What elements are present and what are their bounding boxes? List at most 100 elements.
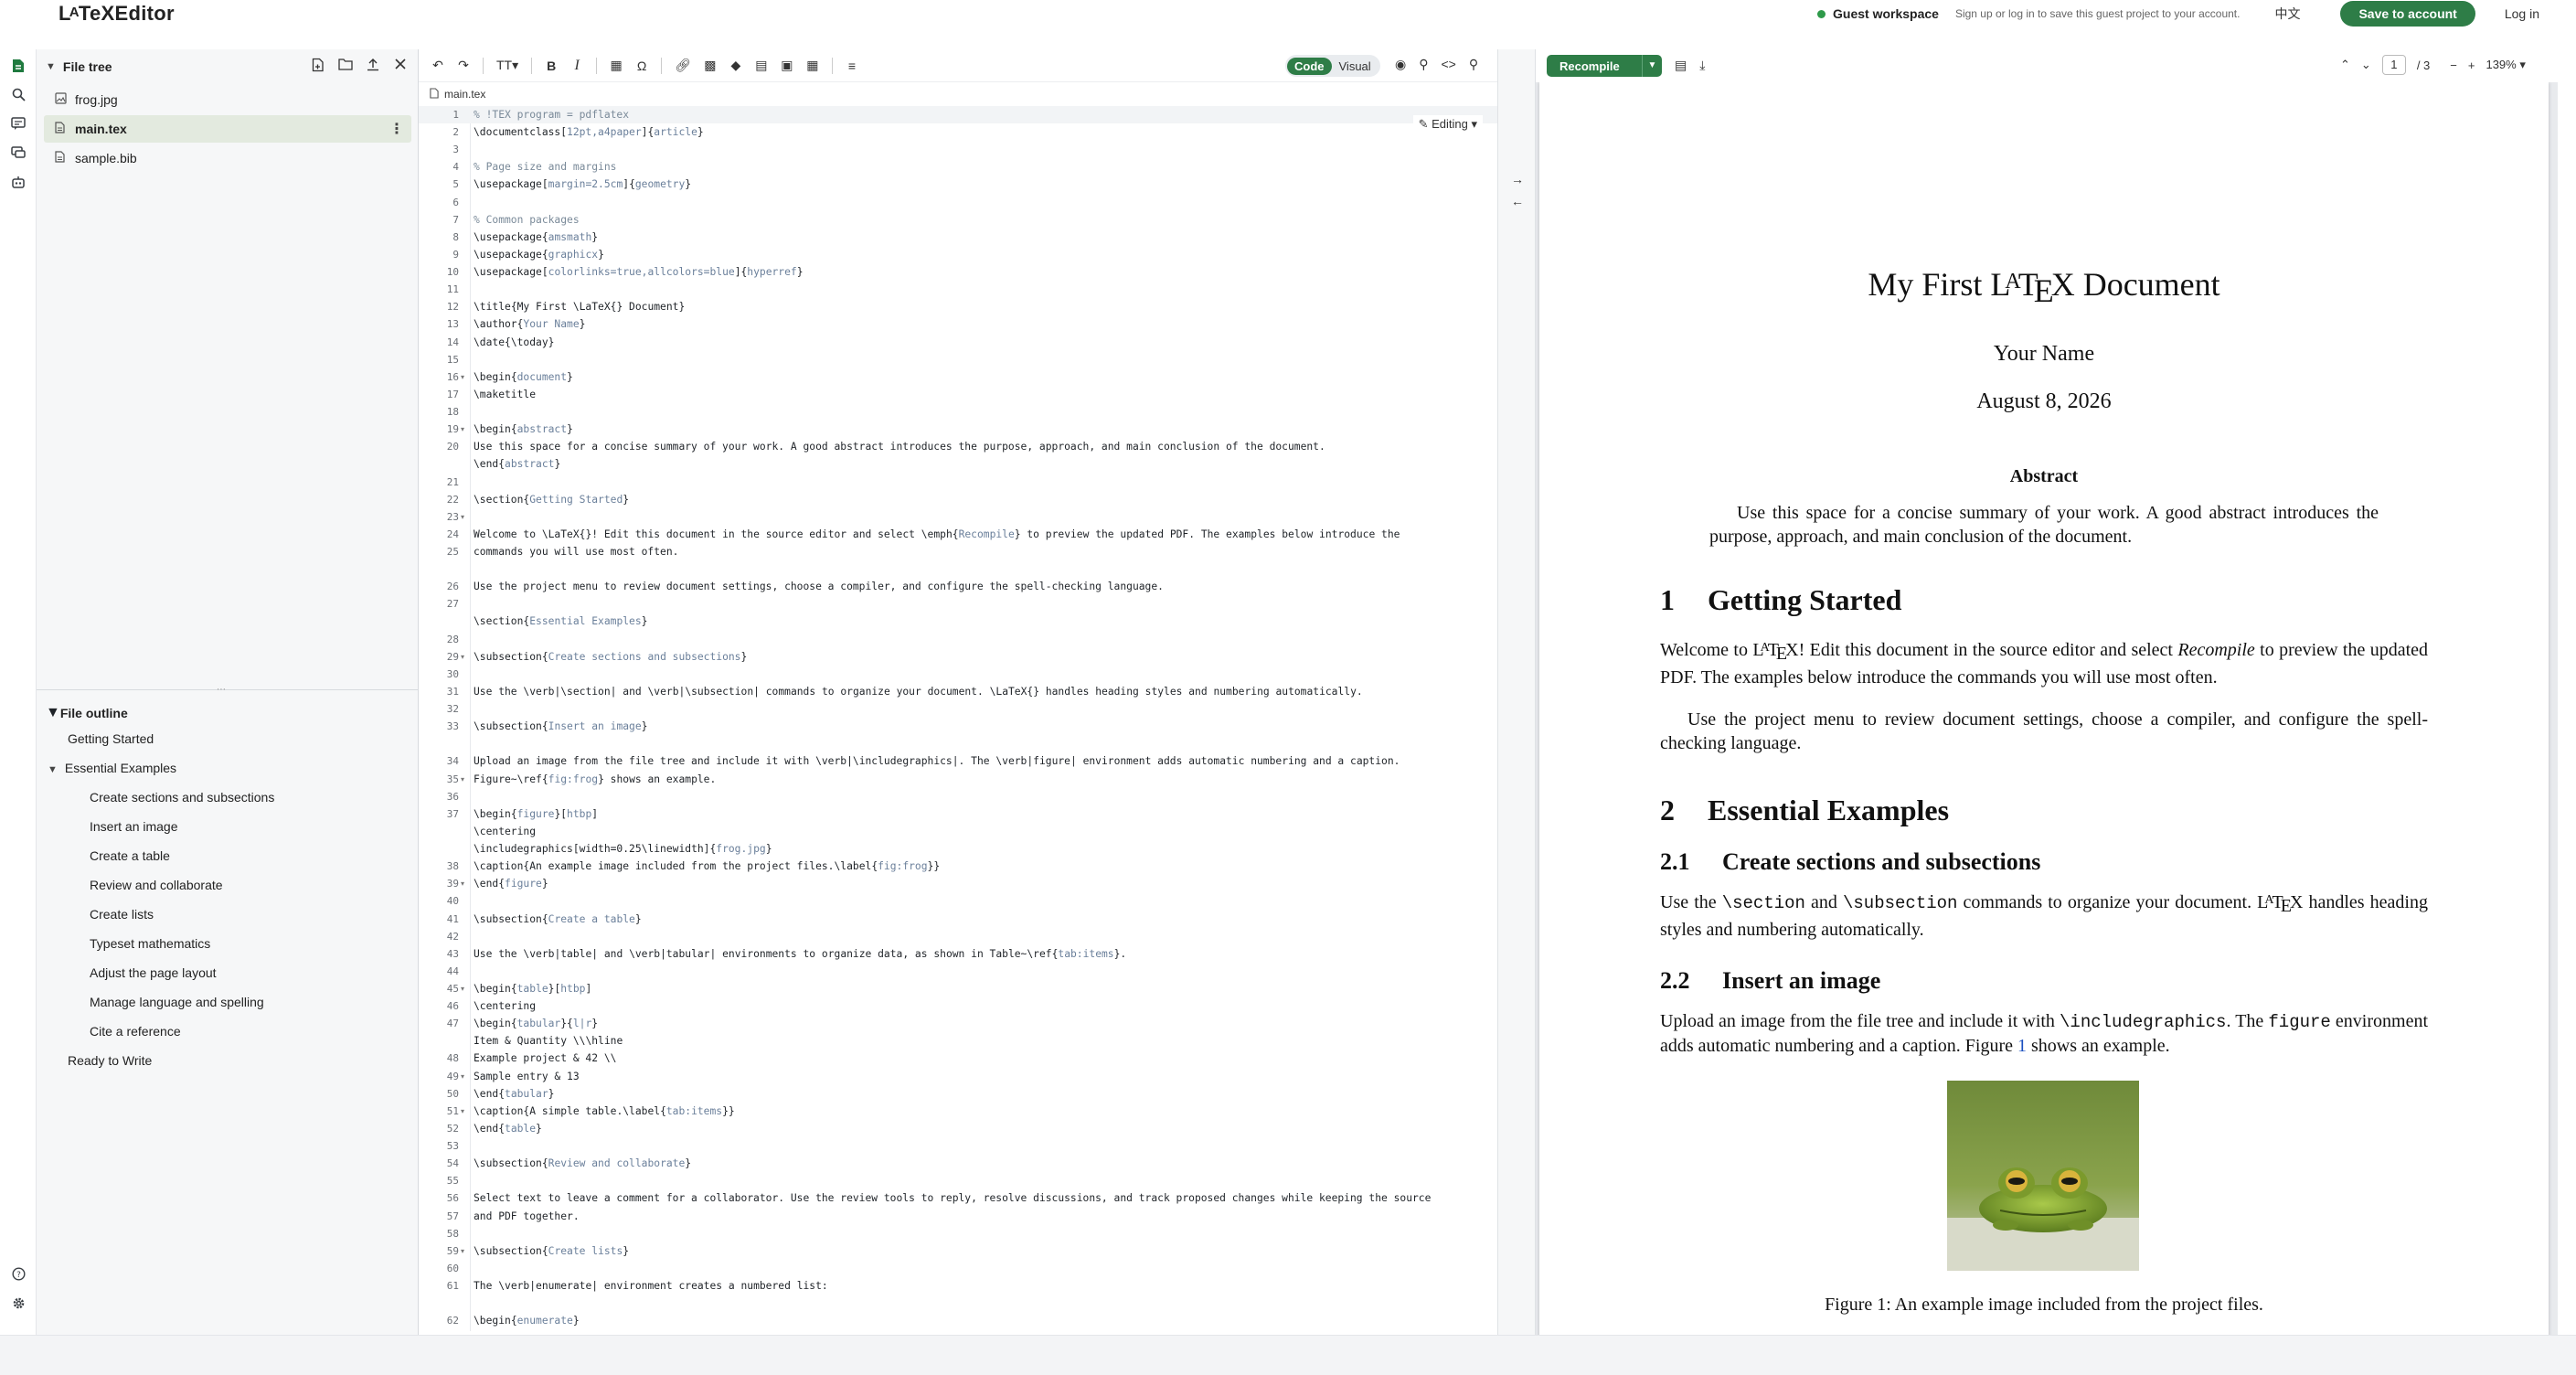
redo-icon[interactable]: ↷ — [457, 58, 470, 73]
code-line[interactable]: 11 — [419, 281, 1497, 298]
outline-item-image[interactable]: Insert an image — [90, 819, 178, 834]
fold-chevron-icon[interactable]: ▾ — [461, 1103, 464, 1120]
arrow-right-icon[interactable]: → — [1498, 172, 1537, 187]
code-line[interactable]: 37 \begin{figure}[htbp] — [419, 805, 1497, 823]
fold-chevron-icon[interactable]: ▾ — [461, 1068, 464, 1085]
code-line[interactable]: 47 \begin{tabular}{l|r} — [419, 1015, 1497, 1032]
fold-chevron-icon[interactable]: ▾ — [461, 508, 464, 526]
code-line[interactable]: 58 — [419, 1225, 1497, 1242]
code-line[interactable]: 61 The \verb|enumerate| environment creat… — [419, 1277, 1497, 1295]
new-folder-icon[interactable] — [337, 58, 354, 76]
code-line[interactable]: 44 — [419, 963, 1497, 980]
fold-chevron-icon[interactable]: ▾ — [461, 771, 464, 788]
pdf-preview[interactable]: My First LATEX Document Your Name August… — [1536, 82, 2558, 1335]
file-item-main[interactable]: main.tex ⋮ — [44, 115, 411, 143]
code-line[interactable]: 46 \centering — [419, 997, 1497, 1015]
code-line[interactable]: 24 Welcome to \LaTeX{}! Edit this documen… — [419, 526, 1497, 543]
file-item-sample-bib[interactable]: sample.bib — [44, 144, 411, 172]
link-icon[interactable]: 🔗︎ — [675, 58, 691, 73]
math-icon[interactable]: ▦ — [610, 58, 623, 73]
code-line[interactable]: 35 ▾ Figure~\ref{fig:frog} shows an exampl… — [419, 771, 1497, 788]
reference-icon[interactable]: ▤ — [755, 58, 768, 73]
outline-item-layout[interactable]: Adjust the page layout — [90, 965, 217, 980]
save-to-account-button[interactable]: Save to account — [2340, 1, 2475, 27]
code-line[interactable]: 49 ▾ Sample entry & 13 — [419, 1068, 1497, 1085]
code-line[interactable]: 56 Select text to leave a comment for a c… — [419, 1189, 1497, 1207]
code-line[interactable]: 30 — [419, 666, 1497, 683]
outline-item-table[interactable]: Create a table — [90, 848, 170, 863]
outline-item-lists[interactable]: Create lists — [90, 907, 154, 922]
file-item-frog[interactable]: frog.jpg — [44, 86, 411, 113]
zoom-in-icon[interactable]: + — [2468, 59, 2475, 72]
brand-logo[interactable]: LATeXEditor — [59, 2, 175, 26]
code-line[interactable]: 45 ▾ \begin{table}[htbp] — [419, 980, 1497, 997]
code-line[interactable]: 2 \documentclass[12pt,a4paper]{article} — [419, 123, 1497, 141]
bold-icon[interactable]: B — [545, 59, 558, 73]
code-line[interactable]: 10 \usepackage[colorlinks=true,allcolors=… — [419, 263, 1497, 281]
code-line[interactable]: 12 \title{My First \LaTeX{} Document} — [419, 298, 1497, 315]
code-line[interactable]: 62 \begin{enumerate} — [419, 1312, 1497, 1329]
symbol-icon[interactable]: Ω — [635, 59, 648, 73]
code-line[interactable]: 22 \section{Getting Started} — [419, 491, 1497, 508]
outline-item-ready[interactable]: Ready to Write — [68, 1053, 152, 1068]
code-line[interactable]: 16 ▾ \begin{document} — [419, 368, 1497, 386]
figure-ref-link[interactable]: 1 — [2017, 1036, 2027, 1056]
outline-item-essential-examples[interactable]: ▼ Essential Examples — [48, 761, 176, 775]
code-line[interactable]: 3 — [419, 141, 1497, 158]
code-line[interactable]: 5 \usepackage[margin=2.5cm]{geometry} — [419, 176, 1497, 193]
code-line[interactable] — [419, 1295, 1497, 1312]
recompile-button[interactable]: Recompile ▼ — [1547, 55, 1662, 77]
tag-icon[interactable]: ◆ — [729, 58, 742, 73]
code-line[interactable]: 31 Use the \verb|\section| and \verb|\sub… — [419, 683, 1497, 700]
outline-item-math[interactable]: Typeset mathematics — [90, 936, 210, 951]
grip-icon[interactable]: ⋯ — [217, 685, 239, 695]
logs-icon[interactable]: ▤ — [1675, 58, 1687, 73]
help-icon[interactable]: ? — [9, 1267, 27, 1285]
find-replace-icon[interactable]: ⚲ — [1419, 57, 1428, 72]
code-line[interactable]: 21 — [419, 474, 1497, 491]
assistant-icon[interactable] — [9, 176, 27, 194]
code-line[interactable]: 4 % Page size and margins — [419, 158, 1497, 176]
arrow-left-icon[interactable]: ← — [1498, 194, 1537, 208]
code-line[interactable]: 40 — [419, 892, 1497, 910]
editor-tab-bar[interactable]: main.tex — [419, 82, 485, 106]
kebab-menu-icon[interactable]: ⋮ — [389, 120, 404, 138]
code-line[interactable]: 57 and PDF together. — [419, 1208, 1497, 1225]
code-line[interactable]: \includegraphics[width=0.25\linewidth]{f… — [419, 840, 1497, 858]
code-line[interactable]: 60 — [419, 1260, 1497, 1277]
zoom-out-icon[interactable]: − — [2450, 59, 2457, 72]
code-line[interactable]: 39 ▾ \end{figure} — [419, 875, 1497, 892]
mode-visual-button[interactable]: Visual — [1332, 58, 1378, 75]
code-line[interactable]: 36 — [419, 788, 1497, 805]
code-line[interactable]: 20 Use this space for a concise summary o… — [419, 438, 1497, 455]
code-line[interactable]: 38 \caption{An example image included fro… — [419, 858, 1497, 875]
code-line[interactable]: 7 % Common packages — [419, 211, 1497, 229]
code-line[interactable]: 28 — [419, 631, 1497, 648]
chevron-down-icon[interactable]: ⌄ — [2361, 58, 2371, 72]
fold-chevron-icon[interactable]: ▾ — [461, 648, 464, 666]
search-icon[interactable] — [9, 88, 27, 106]
chevron-down-icon[interactable]: ▼ — [46, 61, 56, 72]
list-icon[interactable]: ≡ — [846, 59, 858, 73]
code-line[interactable]: 15 — [419, 351, 1497, 368]
code-line[interactable]: 6 — [419, 194, 1497, 211]
settings-gear-icon[interactable] — [9, 1296, 27, 1315]
mode-code-button[interactable]: Code — [1287, 57, 1332, 75]
code-line[interactable]: \centering — [419, 823, 1497, 840]
ai-assist-icon[interactable]: ◉ — [1395, 57, 1406, 72]
fold-chevron-icon[interactable]: ▾ — [461, 421, 464, 438]
download-icon[interactable]: ⤓ — [1699, 58, 1705, 73]
review-icon[interactable] — [9, 117, 27, 135]
outline-item-sections[interactable]: Create sections and subsections — [90, 790, 274, 805]
code-line[interactable]: 14 \date{\today} — [419, 334, 1497, 351]
chat-icon[interactable] — [9, 146, 27, 165]
language-switch[interactable]: 中文 — [2274, 5, 2300, 23]
chevron-down-icon[interactable]: ▼ — [46, 705, 60, 721]
code-line[interactable]: 34 Upload an image from the file tree and… — [419, 752, 1497, 770]
new-file-icon[interactable] — [310, 58, 326, 76]
code-view-icon[interactable]: <> — [1441, 57, 1455, 72]
code-line[interactable]: 48 Example project & 42 \\ — [419, 1050, 1497, 1067]
code-line[interactable]: 55 — [419, 1172, 1497, 1189]
code-line[interactable]: 52 \end{table} — [419, 1120, 1497, 1137]
editing-mode-dropdown[interactable]: ✎ Editing ▾ — [1412, 115, 1483, 133]
